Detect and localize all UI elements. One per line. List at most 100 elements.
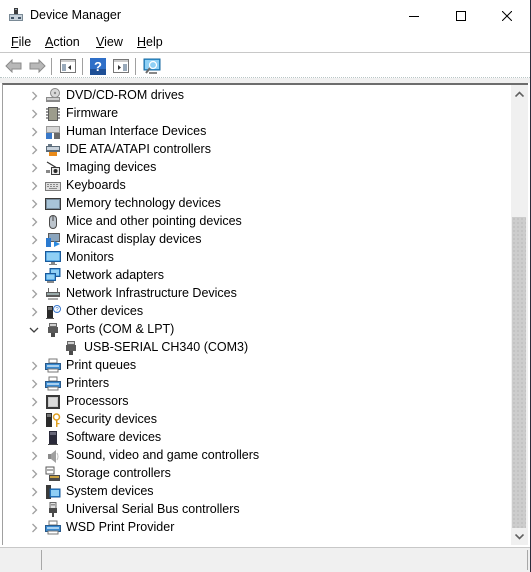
show-hide-console-tree-button[interactable] <box>59 57 77 75</box>
back-arrow-icon <box>5 59 22 73</box>
tree-category[interactable]: Universal Serial Bus controllers <box>3 501 512 519</box>
tree-category[interactable]: Monitors <box>3 249 512 267</box>
tree-category[interactable]: Firmware <box>3 105 512 123</box>
chevron-right-icon[interactable] <box>29 433 39 443</box>
show-hide-action-pane-button[interactable] <box>112 57 130 75</box>
close-button[interactable] <box>484 0 530 31</box>
tree-item-label: Software devices <box>66 430 162 444</box>
firmware-icon <box>45 106 61 122</box>
tree-category[interactable]: Imaging devices <box>3 159 512 177</box>
tree-item-label: Firmware <box>66 106 119 120</box>
chevron-right-icon[interactable] <box>29 217 39 227</box>
chevron-right-icon[interactable] <box>29 487 39 497</box>
tree-category[interactable]: Memory technology devices <box>3 195 512 213</box>
help-button[interactable]: ? <box>89 57 107 75</box>
chevron-right-icon[interactable] <box>29 109 39 119</box>
tree-category[interactable]: WSD Print Provider <box>3 519 512 537</box>
chevron-right-icon[interactable] <box>29 379 39 389</box>
device-tree[interactable]: DVD/CD-ROM drives Firmware Human Interface… <box>3 85 512 545</box>
tree-category[interactable]: Network Infrastructure Devices <box>3 285 512 303</box>
minimize-button[interactable] <box>391 0 437 31</box>
chevron-right-icon[interactable] <box>29 199 39 209</box>
printer-icon <box>45 376 61 392</box>
tree-category[interactable]: Printers <box>3 375 512 393</box>
menu-accel: V <box>96 35 105 49</box>
device-tree-pane: DVD/CD-ROM drives Firmware Human Interface… <box>2 83 528 545</box>
tree-category[interactable]: IDE ATA/ATAPI controllers <box>3 141 512 159</box>
chevron-right-icon[interactable] <box>29 91 39 101</box>
chevron-right-icon[interactable] <box>29 271 39 281</box>
forward-arrow-icon <box>29 59 46 73</box>
chevron-right-icon[interactable] <box>29 289 39 299</box>
tree-device[interactable]: USB-SERIAL CH340 (COM3) <box>3 339 512 357</box>
tree-category[interactable]: Sound, video and game controllers <box>3 447 512 465</box>
tree-category[interactable]: Storage controllers <box>3 465 512 483</box>
tree-item-label: Monitors <box>66 250 114 264</box>
scan-hardware-button[interactable] <box>143 57 161 75</box>
tree-category[interactable]: DVD/CD-ROM drives <box>3 87 512 105</box>
svg-text:?: ? <box>94 59 102 74</box>
tree-category[interactable]: Human Interface Devices <box>3 123 512 141</box>
chevron-right-icon[interactable] <box>29 163 39 173</box>
tree-category[interactable]: Miracast display devices <box>3 231 512 249</box>
chevron-right-icon[interactable] <box>29 505 39 515</box>
status-pane-right <box>42 550 528 570</box>
tree-category[interactable]: Mice and other pointing devices <box>3 213 512 231</box>
tree-item-label: USB-SERIAL CH340 (COM3) <box>84 340 249 354</box>
monitor-icon <box>45 250 61 266</box>
system-device-icon <box>45 484 61 500</box>
maximize-button[interactable] <box>438 0 484 31</box>
vertical-scrollbar[interactable] <box>511 85 528 545</box>
chevron-right-icon[interactable] <box>29 145 39 155</box>
chevron-right-icon[interactable] <box>29 127 39 137</box>
tree-category[interactable]: Processors <box>3 393 512 411</box>
menu-file[interactable]: File <box>11 35 31 49</box>
scroll-thumb[interactable] <box>512 217 526 528</box>
camera-icon <box>45 160 61 176</box>
chevron-right-icon[interactable] <box>29 253 39 263</box>
tree-category[interactable]: Keyboards <box>3 177 512 195</box>
tree-item-label: Keyboards <box>66 178 126 192</box>
chevron-right-icon[interactable] <box>29 361 39 371</box>
tree-category[interactable]: Security devices <box>3 411 512 429</box>
chevron-down-icon <box>515 533 524 540</box>
scroll-down-button[interactable] <box>511 528 528 545</box>
tree-item-label: Universal Serial Bus controllers <box>66 502 240 516</box>
tree-item-label: Storage controllers <box>66 466 171 480</box>
back-button[interactable] <box>5 57 23 75</box>
tree-category[interactable]: Software devices <box>3 429 512 447</box>
chevron-right-icon[interactable] <box>29 469 39 479</box>
tree-item-label: System devices <box>66 484 154 498</box>
toolbar-separator <box>51 58 52 75</box>
tree-category[interactable]: ? Other devices <box>3 303 512 321</box>
chevron-down-icon[interactable] <box>29 325 39 335</box>
scroll-up-button[interactable] <box>511 85 528 102</box>
window-title: Device Manager <box>30 8 122 22</box>
menu-bar: File Action View Help <box>0 31 530 53</box>
chevron-right-icon[interactable] <box>29 235 39 245</box>
tree-category[interactable]: Network adapters <box>3 267 512 285</box>
tree-item-label: Processors <box>66 394 129 408</box>
memory-icon <box>45 196 61 212</box>
port-icon <box>63 340 79 356</box>
tree-item-label: Network Infrastructure Devices <box>66 286 237 300</box>
chevron-right-icon[interactable] <box>29 181 39 191</box>
tree-item-label: IDE ATA/ATAPI controllers <box>66 142 211 156</box>
tree-category[interactable]: Ports (COM & LPT) <box>3 321 512 339</box>
tree-category[interactable]: System devices <box>3 483 512 501</box>
title-bar[interactable]: Device Manager <box>0 0 530 31</box>
chevron-right-icon[interactable] <box>29 307 39 317</box>
menu-action[interactable]: Action <box>45 35 80 49</box>
chevron-right-icon[interactable] <box>29 397 39 407</box>
tree-item-label: Imaging devices <box>66 160 157 174</box>
menu-label: ction <box>53 35 80 49</box>
tree-category[interactable]: Print queues <box>3 357 512 375</box>
menu-help[interactable]: Help <box>137 35 163 49</box>
chevron-right-icon[interactable] <box>29 523 39 533</box>
menu-view[interactable]: View <box>96 35 123 49</box>
chevron-right-icon[interactable] <box>29 451 39 461</box>
tree-item-label: Mice and other pointing devices <box>66 214 242 228</box>
forward-button[interactable] <box>28 57 46 75</box>
chevron-right-icon[interactable] <box>29 415 39 425</box>
ide-controller-icon <box>45 142 61 158</box>
